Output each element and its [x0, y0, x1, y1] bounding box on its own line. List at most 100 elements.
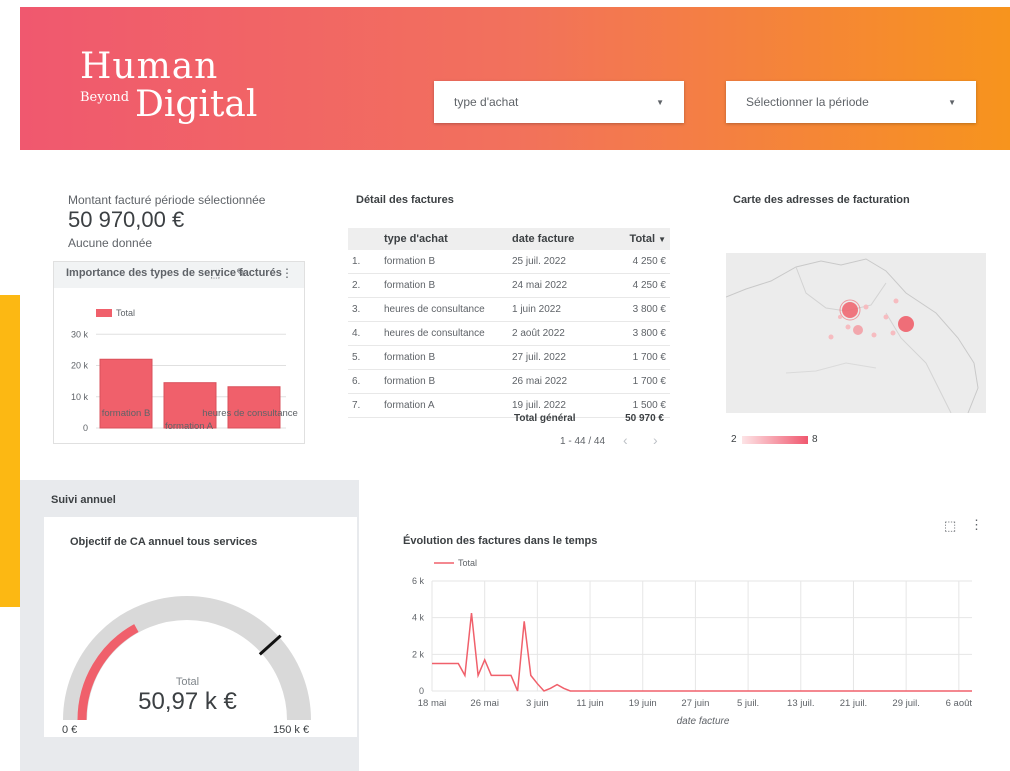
- row-index: 3.: [348, 297, 380, 322]
- map-bubble[interactable]: [863, 304, 869, 310]
- y-tick-label: 6 k: [412, 576, 425, 586]
- annual-tracking-title: Suivi annuel: [51, 494, 116, 506]
- chevron-down-icon: ▼: [656, 97, 664, 107]
- table-row[interactable]: 5. formation B 27 juil. 2022 1 700 €: [348, 345, 670, 370]
- table-total-label: Total général: [514, 413, 576, 424]
- row-date: 25 juil. 2022: [508, 250, 611, 274]
- kpi-label: Montant facturé période sélectionnée: [68, 193, 266, 207]
- col-type-header[interactable]: type d'achat: [380, 228, 508, 250]
- map-bubble[interactable]: [893, 298, 899, 304]
- gauge-max-label: 150 k €: [273, 724, 310, 736]
- table-header-row: type d'achat date facture Total ▼: [348, 228, 670, 250]
- y-tick-label: 0: [419, 686, 424, 696]
- map-border-line: [725, 258, 979, 414]
- row-total: 4 250 €: [611, 273, 670, 298]
- chart-card-title: Importance des types de service facturés: [66, 267, 282, 279]
- map-legend-min: 2: [731, 434, 737, 445]
- map-border-line: [785, 362, 877, 374]
- table-row[interactable]: 6. formation B 26 mai 2022 1 700 €: [348, 369, 670, 394]
- table-row[interactable]: 4. heures de consultance 2 août 2022 3 800 …: [348, 321, 670, 346]
- x-tick-label: formation B: [102, 408, 151, 419]
- row-date: 27 juil. 2022: [508, 345, 611, 370]
- y-tick-label: 0: [83, 423, 88, 433]
- map-bubble[interactable]: [853, 325, 863, 335]
- map-border-line: [885, 312, 952, 414]
- gauge-card: Objectif de CA annuel tous services Tota…: [44, 517, 357, 737]
- gauge-min-label: 0 €: [62, 724, 78, 736]
- row-date: 1 juin 2022: [508, 297, 611, 322]
- more-vert-icon[interactable]: ⋮: [970, 517, 983, 533]
- row-index: 6.: [348, 369, 380, 394]
- filter-type-dropdown[interactable]: type d'achat ▼: [434, 81, 684, 123]
- sort-desc-icon: ▼: [658, 235, 666, 244]
- filter-period-label: Sélectionner la période: [746, 95, 869, 109]
- map-border-line: [795, 266, 887, 312]
- chart-card-header: Importance des types de service facturés…: [54, 262, 304, 288]
- x-tick-label: formation A: [165, 421, 214, 432]
- legend-label: Total: [458, 558, 477, 568]
- x-tick-label: 6 août: [946, 698, 973, 709]
- y-tick-label: 20 k: [71, 361, 89, 371]
- billing-address-map[interactable]: [725, 253, 986, 414]
- service-type-chart-card: Importance des types de service facturés…: [53, 261, 305, 444]
- row-type: heures de consultance: [380, 297, 508, 322]
- table-row[interactable]: 3. heures de consultance 1 juin 2022 3 800 …: [348, 297, 670, 322]
- invoices-title: Détail des factures: [356, 194, 454, 206]
- row-date: 24 mai 2022: [508, 273, 611, 298]
- row-date: 2 août 2022: [508, 321, 611, 346]
- table-total-value: 50 970 €: [625, 413, 664, 424]
- map-bubble[interactable]: [838, 315, 842, 319]
- map-bubble[interactable]: [890, 330, 896, 336]
- row-total: 3 800 €: [611, 321, 670, 346]
- map-legend-max: 8: [812, 434, 818, 445]
- prev-page-icon[interactable]: ‹: [623, 432, 628, 448]
- invoice-trend-chart: Total 6 k 4 k 2 k 0 18 mai 26 mai 3 juin 11 ju…: [412, 558, 973, 727]
- row-index: 2.: [348, 273, 380, 298]
- row-total: 1 700 €: [611, 345, 670, 370]
- row-type: formation B: [380, 345, 508, 370]
- x-tick-label: 11 juin: [576, 698, 603, 709]
- legend-label: Total: [116, 308, 135, 318]
- map-bubble[interactable]: [828, 334, 834, 340]
- map-bubble[interactable]: [871, 332, 877, 338]
- more-vert-icon[interactable]: ⋮: [281, 266, 293, 280]
- y-tick-label: 2 k: [412, 649, 425, 659]
- line-chart-title: Évolution des factures dans le temps: [403, 535, 598, 547]
- col-total-label: Total: [629, 233, 656, 245]
- map-bubble[interactable]: [845, 324, 851, 330]
- table-row[interactable]: 1. formation B 25 juil. 2022 4 250 €: [348, 250, 670, 274]
- map-bubble[interactable]: [883, 314, 889, 320]
- row-type: formation A: [380, 393, 508, 418]
- y-tick-label: 10 k: [71, 392, 89, 402]
- map-title: Carte des adresses de facturation: [733, 194, 910, 206]
- x-tick-label: heures de consultance: [202, 408, 298, 419]
- row-total: 1 700 €: [611, 369, 670, 394]
- x-tick-label: 18 mai: [418, 698, 447, 709]
- next-page-icon[interactable]: ›: [653, 432, 658, 448]
- select-icon[interactable]: ⬚: [210, 267, 220, 280]
- x-tick-label: 13 juil.: [787, 698, 814, 709]
- map-legend-gradient: [742, 436, 808, 444]
- row-total: 3 800 €: [611, 297, 670, 322]
- select-icon[interactable]: ⬚: [944, 518, 956, 534]
- edit-icon[interactable]: ✎: [236, 266, 246, 280]
- x-tick-label: 26 mai: [470, 698, 499, 709]
- gauge-label: Total: [175, 676, 200, 688]
- invoices-table: type d'achat date facture Total ▼ 1. form…: [348, 228, 670, 418]
- x-tick-label: 27 juin: [681, 698, 709, 709]
- table-row[interactable]: 2. formation B 24 mai 2022 4 250 €: [348, 273, 670, 298]
- col-date-header[interactable]: date facture: [508, 228, 611, 250]
- row-total: 4 250 €: [611, 250, 670, 274]
- row-type: heures de consultance: [380, 321, 508, 346]
- col-total-header[interactable]: Total ▼: [611, 228, 670, 250]
- filter-period-dropdown[interactable]: Sélectionner la période ▼: [726, 81, 976, 123]
- map-bubble[interactable]: [898, 316, 914, 332]
- kpi-value: 50 970,00 €: [68, 207, 185, 232]
- logo-human: Human: [80, 46, 219, 87]
- side-accent-bar: [0, 295, 20, 607]
- row-index: 1.: [348, 250, 380, 274]
- kpi-comparison: Aucune donnée: [68, 236, 153, 250]
- legend-swatch: [96, 309, 112, 317]
- row-index: 5.: [348, 345, 380, 370]
- map-bubble[interactable]: [842, 302, 858, 318]
